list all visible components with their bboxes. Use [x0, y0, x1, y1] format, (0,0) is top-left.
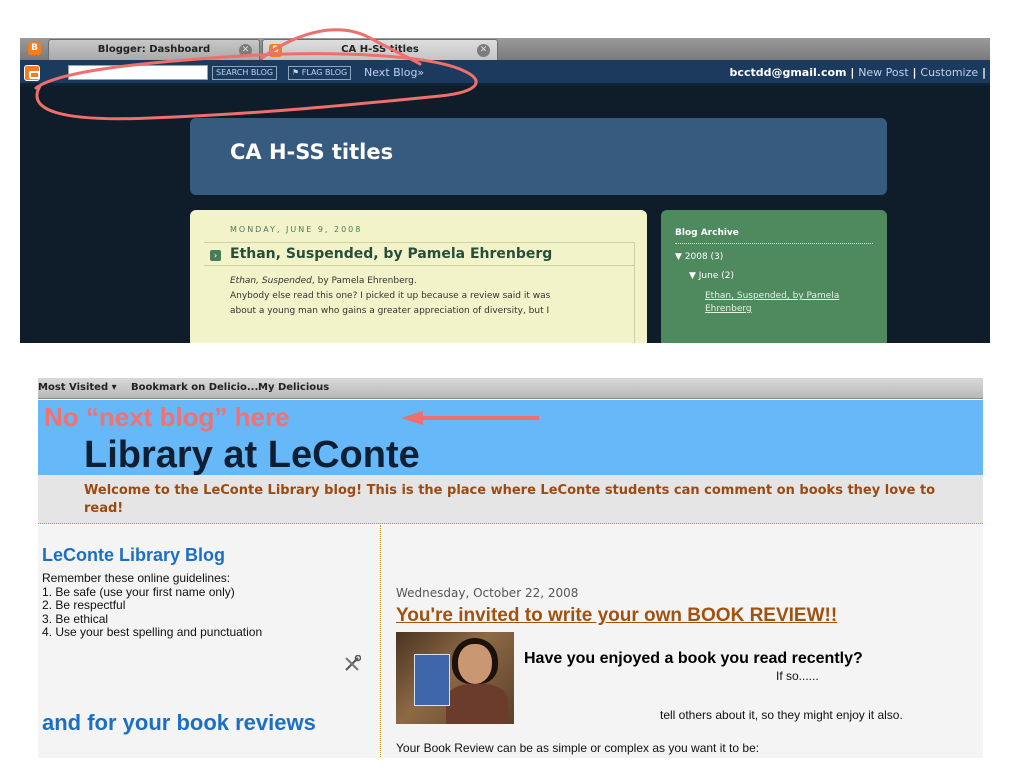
archive-title: Blog Archive	[675, 228, 739, 238]
separator: |	[978, 66, 986, 79]
post-text: Your Book Review can be as simple or com…	[396, 741, 760, 755]
post-question: Have you enjoyed a book you read recentl…	[524, 650, 863, 667]
list-item: 3. Be ethical	[42, 611, 109, 626]
user-links: bcctdd@gmail.com | New Post | Customize …	[730, 66, 986, 79]
guidelines-intro: Remember these online guidelines:	[42, 571, 231, 585]
post-photo	[396, 632, 514, 724]
customize-link[interactable]: Customize	[920, 66, 978, 79]
browser-tab-strip: B Blogger: Dashboard ✕ B CA H-SS titles …	[20, 38, 990, 60]
post-text: tell others about it, so they might enjo…	[660, 708, 903, 722]
post-body: Ethan, Suspended, by Pamela Ehrenberg. A…	[230, 274, 630, 319]
annotation-text: No “next blog” here	[44, 402, 290, 432]
blog-description: Welcome to the LeConte Library blog! Thi…	[38, 475, 983, 524]
close-icon[interactable]: ✕	[239, 44, 252, 57]
separator: |	[846, 66, 859, 79]
user-email: bcctdd@gmail.com	[729, 66, 847, 79]
tab-ca-hss-titles[interactable]: B CA H-SS titles ✕	[262, 39, 498, 60]
post-body-line: Anybody else read this one? I picked it …	[230, 291, 551, 301]
archive-post-link[interactable]: Ethan, Suspended, by Pamela Ehrenberg	[705, 290, 875, 316]
divider	[634, 242, 635, 343]
arrow-icon: ›	[210, 250, 221, 261]
tab-label: CA H-SS titles	[341, 44, 419, 55]
post-book-title: Ethan, Suspended	[230, 276, 312, 286]
blogger-icon: B	[28, 42, 41, 55]
blog-title[interactable]: Library at LeConte	[84, 434, 420, 477]
post-text: If so......	[776, 669, 819, 683]
blogger-navbar: SEARCH BLOG ⚑ FLAG BLOG Next Blog» bcctd…	[20, 60, 990, 86]
bookmarks-toolbar: Most Visited ▾ Bookmark on Delicio... My…	[38, 378, 983, 399]
tab-blogger-dashboard[interactable]: Blogger: Dashboard ✕	[48, 39, 260, 60]
divider	[204, 242, 634, 243]
blog-header: No “next blog” here Library at LeConte	[38, 400, 983, 477]
library-blog-screenshot: Most Visited ▾ Bookmark on Delicio... My…	[38, 378, 983, 758]
blog-header: CA H-SS titles	[190, 118, 887, 195]
blogger-screenshot: B Blogger: Dashboard ✕ B CA H-SS titles …	[20, 38, 990, 343]
list-item: 1. Be safe (use your first name only)	[42, 584, 235, 599]
blog-post: MONDAY, JUNE 9, 2008 › Ethan, Suspended,…	[190, 210, 647, 343]
blog-archive-widget: Blog Archive ▼ 2008 (3) ▼ June (2) Ethan…	[661, 210, 887, 343]
post-date: MONDAY, JUNE 9, 2008	[230, 225, 363, 234]
main-content: Wednesday, October 22, 2008 You're invit…	[382, 525, 983, 758]
tab-label: Blogger: Dashboard	[97, 44, 211, 55]
sidebar: LeConte Library Blog Remember these onli…	[38, 525, 381, 758]
search-input[interactable]	[68, 65, 208, 80]
divider	[675, 243, 873, 244]
flag-blog-button[interactable]: ⚑ FLAG BLOG	[288, 66, 352, 80]
bookmark-most-visited[interactable]: Most Visited ▾	[38, 382, 117, 393]
bookmark-my-delicious[interactable]: My Delicious	[258, 382, 329, 393]
welcome-text: Welcome to the LeConte Library blog! Thi…	[84, 483, 936, 516]
post-title[interactable]: Ethan, Suspended, by Pamela Ehrenberg	[230, 246, 552, 262]
search-blog-button[interactable]: SEARCH BLOG	[212, 66, 278, 80]
archive-month-toggle[interactable]: ▼ June (2)	[689, 271, 734, 281]
close-icon[interactable]: ✕	[477, 44, 490, 57]
arrow-icon	[401, 411, 539, 425]
divider	[204, 265, 634, 266]
post-body-line: about a young man who gains a greater ap…	[230, 306, 550, 316]
edit-tools-icon[interactable]	[343, 655, 361, 673]
blogger-logo-icon[interactable]	[24, 65, 40, 81]
comparison-figure: B Blogger: Dashboard ✕ B CA H-SS titles …	[0, 0, 1024, 768]
new-post-link[interactable]: New Post	[858, 66, 909, 79]
bookmark-delicious[interactable]: Bookmark on Delicio...	[131, 382, 258, 393]
list-item: 4. Use your best spelling and punctuatio…	[42, 625, 263, 639]
post-title[interactable]: You're invited to write your own BOOK RE…	[396, 605, 837, 627]
blog-title[interactable]: CA H-SS titles	[230, 140, 393, 164]
archive-year-toggle[interactable]: ▼ 2008 (3)	[675, 252, 723, 262]
post-body-line: , by Pamela Ehrenberg.	[311, 276, 417, 286]
sidebar-heading: and for your book reviews	[42, 710, 316, 735]
post-date: Wednesday, October 22, 2008	[396, 586, 579, 600]
sidebar-title: LeConte Library Blog	[42, 545, 226, 565]
list-item: 2. Be respectful	[42, 598, 126, 612]
guidelines-list: Remember these online guidelines: 1. Be …	[42, 571, 263, 640]
separator: |	[908, 66, 921, 79]
next-blog-link[interactable]: Next Blog»	[364, 66, 424, 79]
